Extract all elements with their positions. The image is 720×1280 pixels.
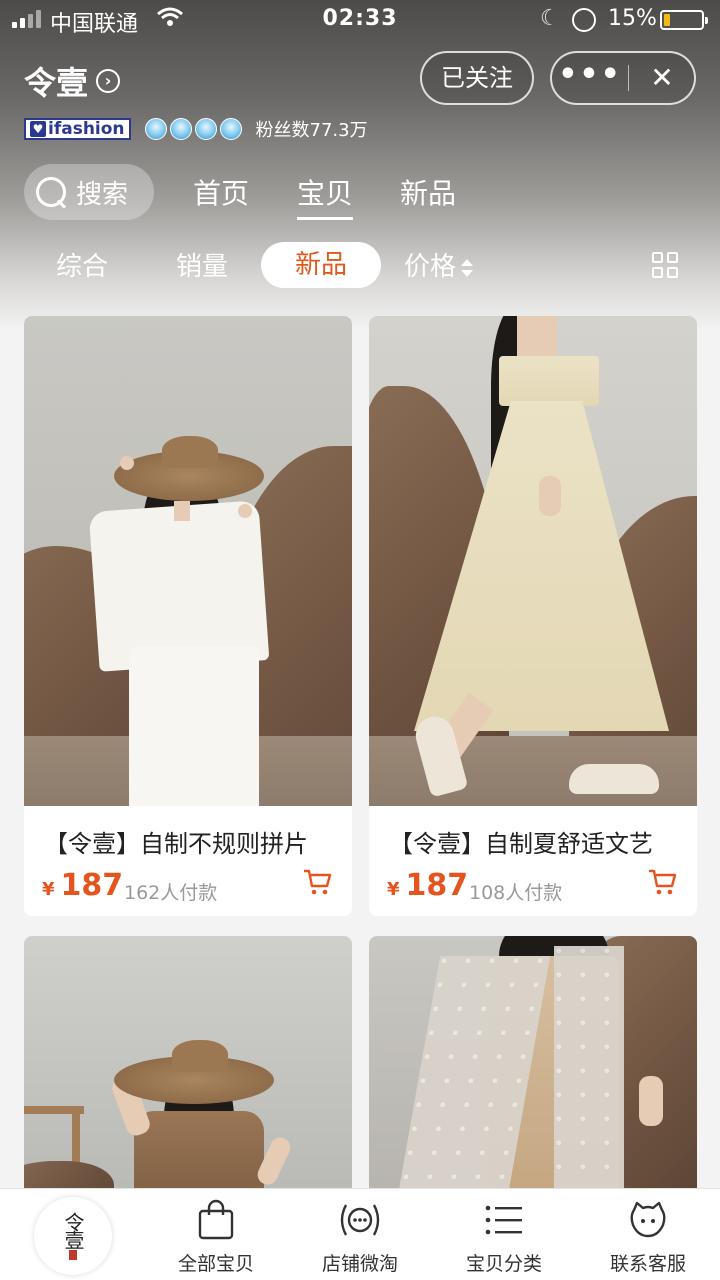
rotation-lock-icon — [572, 8, 596, 32]
sort-newest[interactable]: 新品 — [261, 242, 381, 288]
tab-label: 店铺微淘 — [321, 1253, 398, 1275]
tab-label: 联系客服 — [609, 1253, 686, 1275]
product-image — [24, 316, 352, 806]
mini-program-capsule: ••• ✕ — [550, 51, 696, 105]
cart-icon[interactable] — [302, 868, 332, 896]
heart-logo-icon: ♥ — [30, 121, 46, 137]
product-card[interactable]: 【令壹】自制夏舒适文艺 ¥187 108人付款 — [369, 316, 697, 916]
sold-count: 162人付款 — [124, 882, 218, 904]
status-bar: 中国联通 02:33 ☾ 15% — [0, 0, 720, 40]
search-button[interactable]: 搜索 — [24, 164, 154, 220]
close-button[interactable]: ✕ — [629, 53, 695, 103]
product-card[interactable]: 【令壹】自制不规则拼片 ¥187 162人付款 — [24, 316, 352, 916]
shop-logo[interactable]: 令壹 — [34, 1197, 112, 1275]
sort-arrows-icon — [460, 257, 474, 279]
sold-count: 108人付款 — [469, 882, 563, 904]
chevron-right-icon: › — [96, 69, 121, 93]
brand-badge: ♥ ifashion — [24, 118, 131, 140]
sort-price[interactable]: 价格 — [404, 246, 474, 283]
shop-name: 令壹 — [24, 64, 89, 102]
tab-items[interactable]: 宝贝 — [297, 172, 354, 220]
bottom-tab-bar: 令壹 全部宝贝 店铺微淘 宝贝分类 联系客服 — [0, 1188, 720, 1280]
currency-symbol: ¥ — [387, 879, 400, 900]
currency-symbol: ¥ — [42, 879, 55, 900]
search-icon — [34, 175, 68, 209]
product-title: 【令壹】自制夏舒适文艺 — [389, 830, 653, 858]
crown-icon — [169, 118, 192, 140]
product-price: ¥187 — [387, 868, 468, 903]
product-title: 【令壹】自制不规则拼片 — [44, 830, 308, 858]
brand-badge-label: ifashion — [48, 119, 125, 139]
battery-percent: 15% — [608, 6, 657, 31]
broadcast-icon — [300, 1197, 420, 1243]
shop-meta: ♥ ifashion 粉丝数77.3万 — [24, 116, 368, 142]
list-icon — [444, 1197, 564, 1243]
chat-face-icon — [588, 1197, 708, 1243]
product-price: ¥187 — [42, 868, 123, 903]
tab-label: 全部宝贝 — [177, 1253, 254, 1275]
tab-customer-service[interactable]: 联系客服 — [588, 1197, 708, 1276]
search-label: 搜索 — [76, 179, 129, 210]
shop-title[interactable]: 令壹 › — [24, 58, 121, 104]
crown-icon — [194, 118, 217, 140]
tab-all-items[interactable]: 全部宝贝 — [156, 1197, 276, 1276]
seal-icon — [69, 1250, 77, 1260]
crown-rating — [144, 118, 242, 140]
tab-shop-feed[interactable]: 店铺微淘 — [300, 1197, 420, 1276]
tab-categories[interactable]: 宝贝分类 — [444, 1197, 564, 1276]
shopping-bag-icon — [156, 1197, 276, 1243]
price-value: 187 — [405, 868, 469, 903]
product-image — [24, 936, 352, 1196]
fans-count: 粉丝数77.3万 — [255, 120, 368, 141]
sort-sales[interactable]: 销量 — [176, 246, 228, 283]
tab-home[interactable]: 首页 — [193, 172, 249, 212]
sort-overall[interactable]: 综合 — [56, 246, 108, 283]
tab-label: 宝贝分类 — [465, 1253, 542, 1275]
sort-price-label: 价格 — [404, 252, 457, 282]
moon-icon: ☾ — [540, 6, 560, 31]
crown-icon — [144, 118, 167, 140]
crown-icon — [219, 118, 242, 140]
more-button[interactable]: ••• — [552, 53, 628, 103]
grid-view-icon[interactable] — [652, 252, 680, 280]
product-image — [369, 316, 697, 806]
product-image — [369, 936, 697, 1196]
product-card[interactable] — [369, 936, 697, 1196]
follow-button[interactable]: 已关注 — [420, 51, 534, 105]
price-value: 187 — [60, 868, 124, 903]
product-card[interactable] — [24, 936, 352, 1196]
shop-logo-text: 令壹 — [61, 1212, 85, 1248]
cart-icon[interactable] — [647, 868, 677, 896]
tab-new[interactable]: 新品 — [400, 172, 456, 212]
battery-icon — [660, 10, 708, 30]
